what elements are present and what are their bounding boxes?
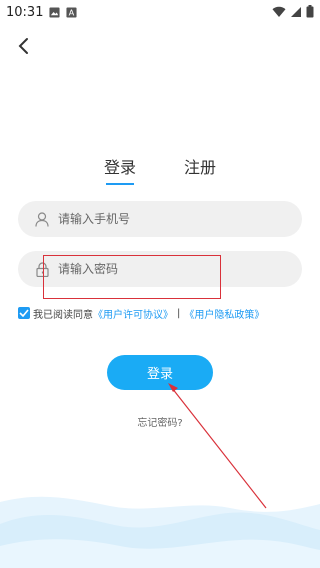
active-tab-indicator [106, 183, 134, 185]
password-field[interactable] [18, 251, 302, 287]
tab-register[interactable]: 注册 [184, 154, 216, 178]
login-button[interactable]: 登录 [107, 355, 213, 390]
status-right-icons [272, 5, 314, 18]
forgot-password-link[interactable]: 忘记密码? [0, 414, 320, 429]
agreement-prefix: 我已阅读同意 [33, 309, 93, 321]
user-icon [34, 211, 50, 227]
tab-login[interactable]: 登录 [104, 154, 136, 178]
wifi-icon [272, 6, 286, 17]
image-icon [49, 6, 61, 18]
agreement-checkbox[interactable] [18, 307, 30, 319]
lock-icon [34, 261, 50, 277]
signal-icon [291, 6, 301, 17]
back-button[interactable] [12, 34, 36, 58]
agreement-row: 我已阅读同意 《用户许可协议》 | 《用户隐私政策》 [18, 305, 264, 321]
a-icon: A [66, 6, 78, 17]
battery-icon [306, 5, 314, 18]
svg-text:A: A [69, 7, 75, 17]
chevron-left-icon [18, 38, 28, 54]
user-license-link[interactable]: 《用户许可协议》 [93, 306, 173, 321]
check-icon [19, 309, 29, 317]
agreement-separator: | [177, 307, 181, 319]
privacy-policy-link[interactable]: 《用户隐私政策》 [184, 306, 264, 321]
status-bar: 10:31 A [0, 0, 320, 24]
password-input[interactable] [56, 261, 290, 277]
wave-decoration [0, 496, 320, 568]
phone-field[interactable] [18, 201, 302, 237]
phone-input[interactable] [56, 211, 290, 227]
auth-tabs: 登录 注册 [0, 150, 320, 190]
status-time: 10:31 [6, 4, 44, 20]
